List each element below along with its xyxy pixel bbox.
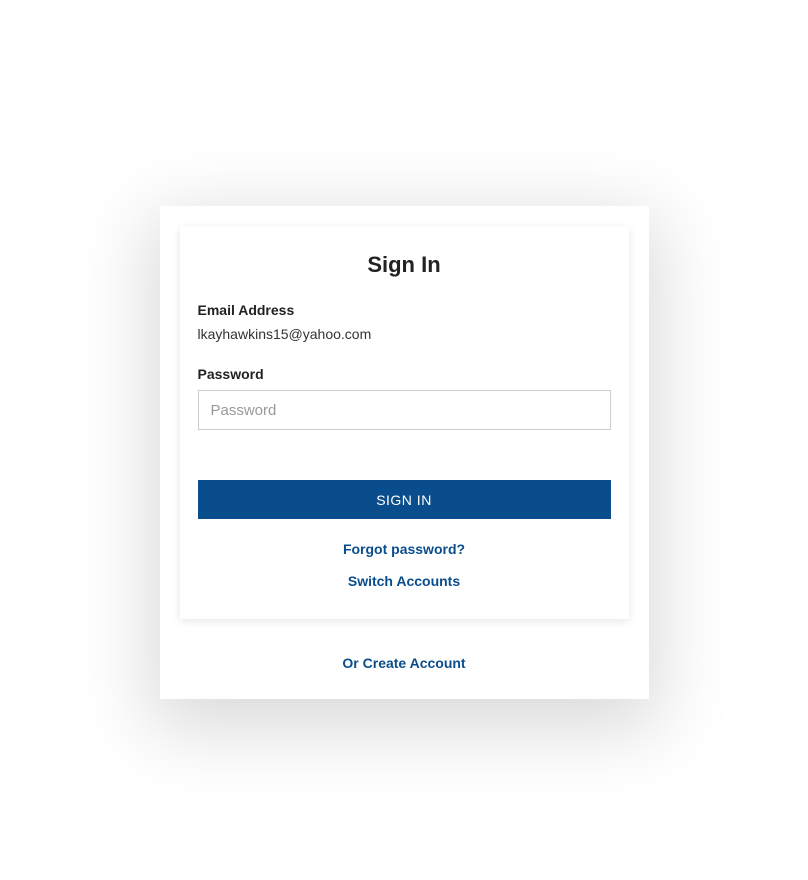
forgot-password-row: Forgot password? <box>198 541 611 559</box>
email-value: lkayhawkins15@yahoo.com <box>198 326 611 342</box>
switch-accounts-row: Switch Accounts <box>198 573 611 591</box>
signin-title: Sign In <box>198 252 611 278</box>
password-input[interactable] <box>198 390 611 430</box>
password-label: Password <box>198 366 611 382</box>
auth-container: Sign In Email Address lkayhawkins15@yaho… <box>160 206 649 699</box>
email-label: Email Address <box>198 302 611 318</box>
switch-accounts-link[interactable]: Switch Accounts <box>348 573 460 589</box>
email-field-group: Email Address lkayhawkins15@yahoo.com <box>198 302 611 342</box>
forgot-password-link[interactable]: Forgot password? <box>343 541 465 557</box>
create-account-row: Or Create Account <box>160 655 649 673</box>
signin-card: Sign In Email Address lkayhawkins15@yaho… <box>180 226 629 619</box>
create-account-link[interactable]: Or Create Account <box>342 655 465 671</box>
password-field-group: Password <box>198 366 611 430</box>
signin-button[interactable]: SIGN IN <box>198 480 611 519</box>
